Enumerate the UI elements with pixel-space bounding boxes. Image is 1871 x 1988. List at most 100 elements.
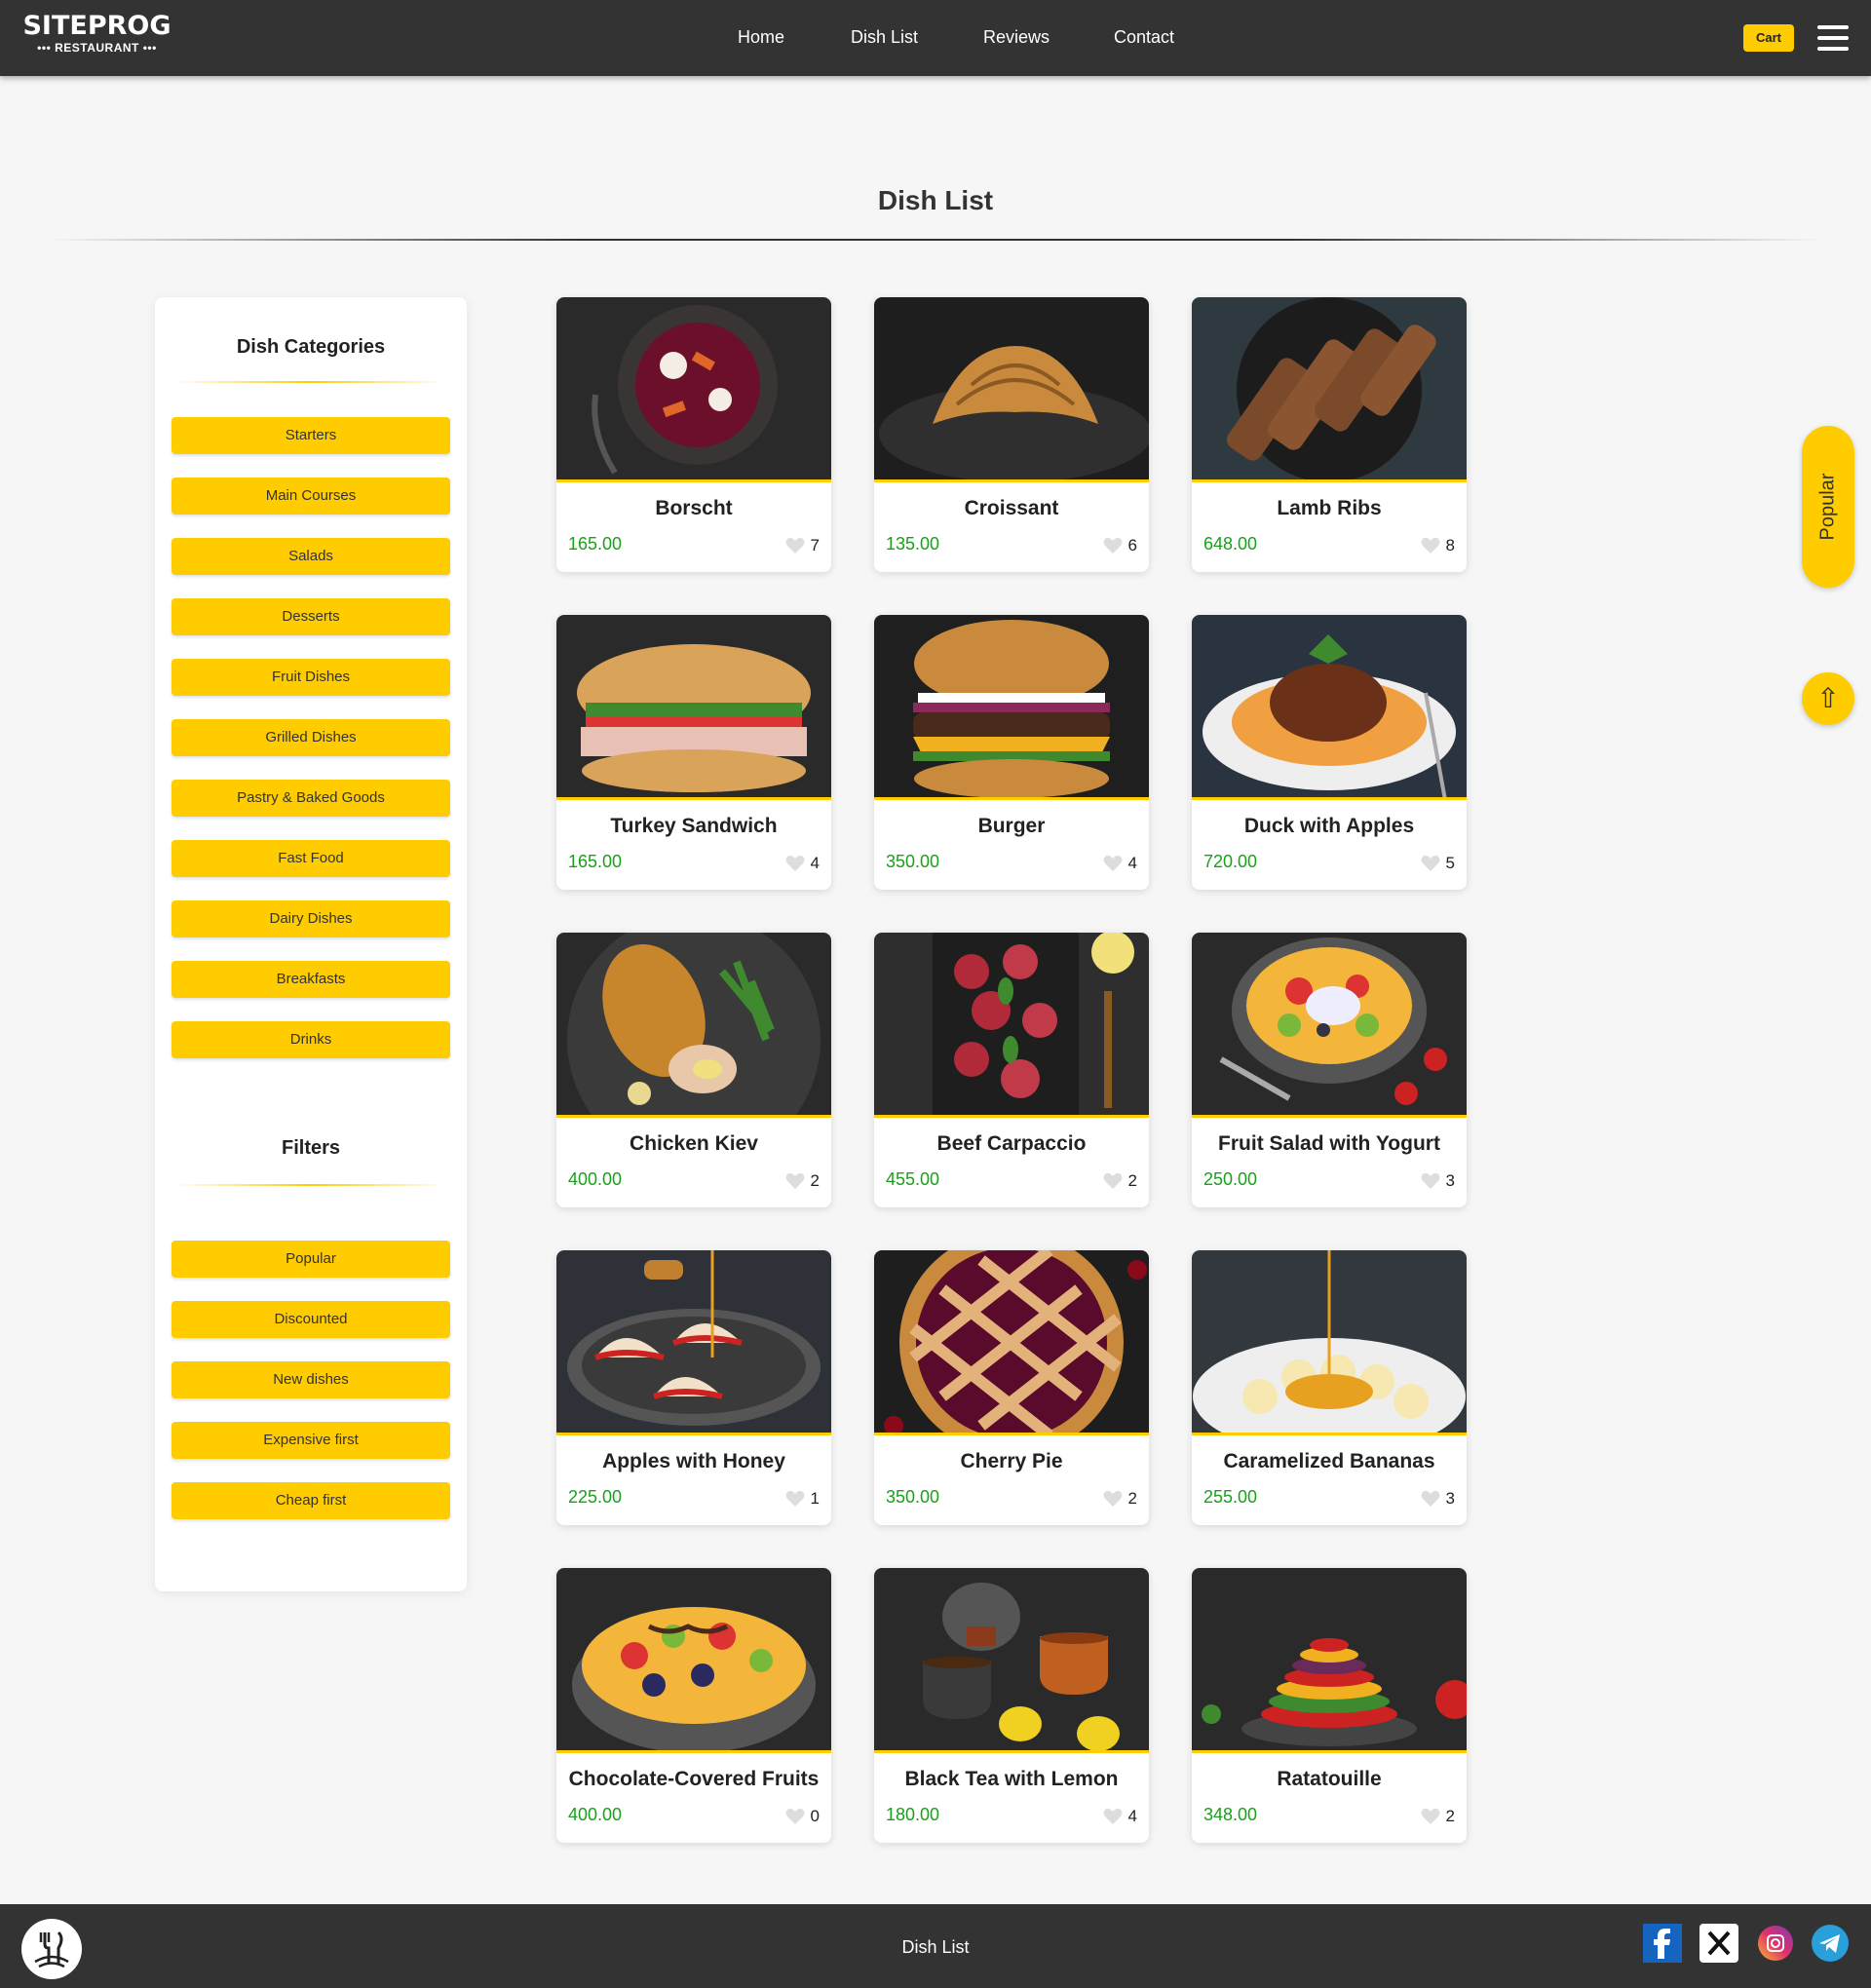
like-control[interactable]: 2: [785, 1171, 820, 1191]
heart-icon[interactable]: [1103, 1490, 1123, 1508]
dish-price: 400.00: [568, 1805, 623, 1824]
filter-discounted[interactable]: Discounted: [172, 1301, 450, 1338]
category-grilled-dishes[interactable]: Grilled Dishes: [172, 719, 450, 756]
dish-price: 255.00: [1203, 1487, 1258, 1507]
like-control[interactable]: 3: [1421, 1171, 1455, 1191]
dish-name: Chocolate-Covered Fruits: [568, 1768, 820, 1790]
dish-image[interactable]: [874, 1568, 1149, 1753]
cart-button[interactable]: Cart: [1743, 24, 1794, 52]
nav-contact[interactable]: Contact: [1114, 27, 1174, 48]
like-control[interactable]: 2: [1103, 1489, 1137, 1509]
dish-card[interactable]: Croissant 135.00 6: [874, 297, 1149, 572]
dish-card[interactable]: Burger 350.00 4: [874, 615, 1149, 890]
heart-icon[interactable]: [785, 537, 805, 554]
dish-image[interactable]: [556, 615, 831, 800]
like-count: 7: [810, 536, 820, 554]
like-control[interactable]: 8: [1421, 536, 1455, 555]
dish-card[interactable]: Chocolate-Covered Fruits 400.00 0: [556, 1568, 831, 1843]
telegram-icon[interactable]: [1811, 1924, 1850, 1963]
heart-icon[interactable]: [1421, 855, 1440, 872]
dish-card[interactable]: Cherry Pie 350.00 2: [874, 1250, 1149, 1525]
heart-icon[interactable]: [1421, 1172, 1440, 1190]
like-control[interactable]: 6: [1103, 536, 1137, 555]
dish-image[interactable]: [556, 1568, 831, 1753]
facebook-icon[interactable]: [1643, 1924, 1682, 1963]
hamburger-menu-icon[interactable]: [1817, 25, 1849, 51]
dish-card[interactable]: Black Tea with Lemon 180.00 4: [874, 1568, 1149, 1843]
like-count: 5: [1445, 854, 1455, 872]
category-pastry[interactable]: Pastry & Baked Goods: [172, 780, 450, 817]
like-control[interactable]: 5: [1421, 854, 1455, 873]
dish-card[interactable]: Borscht 165.00 7: [556, 297, 831, 572]
dish-image[interactable]: [874, 933, 1149, 1118]
heart-icon[interactable]: [1103, 1808, 1123, 1825]
like-control[interactable]: 3: [1421, 1489, 1455, 1509]
dish-card[interactable]: Duck with Apples 720.00 5: [1192, 615, 1467, 890]
heart-icon[interactable]: [1103, 855, 1123, 872]
like-count: 4: [1127, 854, 1137, 872]
dish-image[interactable]: [1192, 1250, 1467, 1435]
dish-image[interactable]: [1192, 615, 1467, 800]
like-control[interactable]: 2: [1103, 1171, 1137, 1191]
like-control[interactable]: 0: [785, 1807, 820, 1826]
heart-icon[interactable]: [785, 1490, 805, 1508]
dish-card[interactable]: Apples with Honey 225.00 1: [556, 1250, 831, 1525]
nav-reviews[interactable]: Reviews: [983, 27, 1050, 48]
dish-card[interactable]: Fruit Salad with Yogurt 250.00 3: [1192, 933, 1467, 1207]
dish-card[interactable]: Beef Carpaccio 455.00 2: [874, 933, 1149, 1207]
category-fruit-dishes[interactable]: Fruit Dishes: [172, 659, 450, 696]
site-logo[interactable]: SITEPROG ••• RESTAURANT •••: [21, 12, 172, 58]
filter-new-dishes[interactable]: New dishes: [172, 1361, 450, 1398]
category-salads[interactable]: Salads: [172, 538, 450, 575]
like-count: 2: [1127, 1171, 1137, 1190]
dish-image[interactable]: [874, 297, 1149, 482]
like-control[interactable]: 4: [1103, 1807, 1137, 1826]
like-control[interactable]: 1: [785, 1489, 820, 1509]
category-fast-food[interactable]: Fast Food: [172, 840, 450, 877]
dish-image[interactable]: [556, 933, 831, 1118]
heart-icon[interactable]: [785, 1172, 805, 1190]
dish-image[interactable]: [556, 1250, 831, 1435]
categories-heading: Dish Categories: [236, 336, 386, 358]
filter-expensive-first[interactable]: Expensive first: [172, 1422, 450, 1459]
like-count: 6: [1127, 536, 1137, 554]
category-desserts[interactable]: Desserts: [172, 598, 450, 635]
heart-icon[interactable]: [1421, 1490, 1440, 1508]
dish-card[interactable]: Ratatouille 348.00 2: [1192, 1568, 1467, 1843]
like-control[interactable]: 2: [1421, 1807, 1455, 1826]
x-icon[interactable]: [1699, 1924, 1738, 1963]
like-control[interactable]: 4: [1103, 854, 1137, 873]
nav-dish-list[interactable]: Dish List: [851, 27, 918, 48]
category-main-courses[interactable]: Main Courses: [172, 478, 450, 515]
heart-icon[interactable]: [1421, 1808, 1440, 1825]
dish-image[interactable]: [556, 297, 831, 482]
popular-side-tab[interactable]: Popular: [1802, 426, 1854, 588]
heart-icon[interactable]: [1103, 537, 1123, 554]
like-control[interactable]: 4: [785, 854, 820, 873]
dish-image[interactable]: [874, 1250, 1149, 1435]
dish-image[interactable]: [1192, 933, 1467, 1118]
category-dairy-dishes[interactable]: Dairy Dishes: [172, 900, 450, 937]
filter-popular[interactable]: Popular: [172, 1241, 450, 1278]
heart-icon[interactable]: [785, 855, 805, 872]
nav-home[interactable]: Home: [738, 27, 784, 48]
dish-image[interactable]: [874, 615, 1149, 800]
dish-card[interactable]: Chicken Kiev 400.00 2: [556, 933, 831, 1207]
heart-icon[interactable]: [1103, 1172, 1123, 1190]
instagram-icon[interactable]: [1756, 1924, 1795, 1963]
heart-icon[interactable]: [1421, 537, 1440, 554]
category-drinks[interactable]: Drinks: [172, 1021, 450, 1058]
dish-card[interactable]: Caramelized Bananas 255.00 3: [1192, 1250, 1467, 1525]
filter-cheap-first[interactable]: Cheap first: [172, 1482, 450, 1519]
dish-card[interactable]: Turkey Sandwich 165.00 4: [556, 615, 831, 890]
heart-icon[interactable]: [785, 1808, 805, 1825]
category-breakfasts[interactable]: Breakfasts: [172, 961, 450, 998]
like-control[interactable]: 7: [785, 536, 820, 555]
like-count: 2: [810, 1171, 820, 1190]
scroll-up-button[interactable]: ⇧: [1802, 672, 1854, 725]
dish-card[interactable]: Lamb Ribs 648.00 8: [1192, 297, 1467, 572]
dish-image[interactable]: [1192, 297, 1467, 482]
dish-image[interactable]: [1192, 1568, 1467, 1753]
category-starters[interactable]: Starters: [172, 417, 450, 454]
dish-name: Borscht: [655, 497, 733, 519]
